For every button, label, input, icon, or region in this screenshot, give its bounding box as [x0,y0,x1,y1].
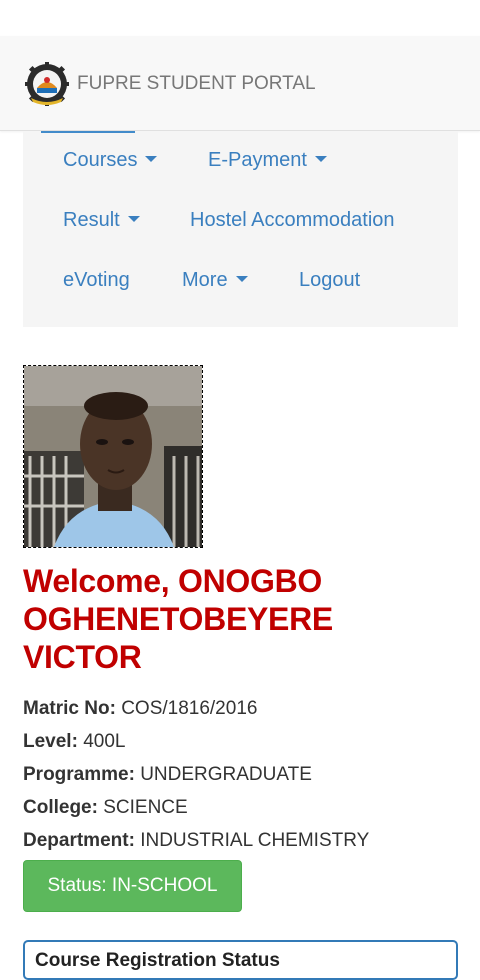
menu-item-label: More [182,269,228,291]
info-label: Level: [23,731,78,752]
course-registration-panel: Course Registration Status [23,940,458,980]
info-label: Department: [23,830,135,851]
menu-item-label: Courses [63,149,138,171]
active-indicator [41,131,135,133]
menu-item-e-payment[interactable]: E-Payment [208,149,327,172]
welcome-prefix: Welcome, [23,563,170,599]
main-menu: Courses E-Payment Result Hostel Accommod… [23,131,458,327]
info-row-matric: Matric No: COS/1816/2016 [23,695,369,728]
info-value: UNDERGRADUATE [140,764,312,785]
profile-photo [23,365,203,548]
info-value: SCIENCE [103,797,188,818]
caret-down-icon [127,215,140,222]
student-first-name: ONOGBO [178,563,322,599]
menu-item-hostel-accommodation[interactable]: Hostel Accommodation [190,209,395,232]
menu-item-logout[interactable]: Logout [299,269,360,292]
info-row-college: College: SCIENCE [23,794,369,827]
menu-item-label: Result [63,209,120,231]
info-row-level: Level: 400L [23,728,369,761]
welcome-heading: Welcome, ONOGBO OGHENETOBEYERE VICTOR [23,562,443,676]
info-label: Matric No: [23,698,116,719]
university-crest-icon [25,62,69,106]
info-value: INDUSTRIAL CHEMISTRY [140,830,370,851]
app-title: FUPRE STUDENT PORTAL [77,73,316,94]
top-navbar: FUPRE STUDENT PORTAL [0,36,480,131]
info-label: College: [23,797,98,818]
info-value: 400L [83,731,126,752]
caret-down-icon [145,155,158,162]
menu-item-label: E-Payment [208,149,307,171]
student-last-name: VICTOR [23,639,142,675]
caret-down-icon [314,155,327,162]
info-row-department: Department: INDUSTRIAL CHEMISTRY [23,827,369,860]
menu-item-label: Logout [299,269,361,291]
menu-item-label: eVoting [63,269,130,291]
menu-item-result[interactable]: Result [63,209,140,232]
caret-down-icon [235,275,248,282]
info-value: COS/1816/2016 [121,698,258,719]
menu-item-evoting[interactable]: eVoting [63,269,130,292]
student-info: Matric No: COS/1816/2016 Level: 400L Pro… [23,695,369,860]
menu-item-label: Hostel Accommodation [190,209,395,231]
info-label: Programme: [23,764,135,785]
info-row-programme: Programme: UNDERGRADUATE [23,761,369,794]
student-portrait [24,366,202,547]
status-button[interactable]: Status: IN-SCHOOL [23,860,242,912]
brand[interactable]: FUPRE STUDENT PORTAL [25,62,316,106]
panel-heading: Course Registration Status [35,950,280,971]
menu-item-more[interactable]: More [182,269,248,292]
student-middle-name: OGHENETOBEYERE [23,601,333,637]
menu-item-courses[interactable]: Courses [63,149,158,172]
